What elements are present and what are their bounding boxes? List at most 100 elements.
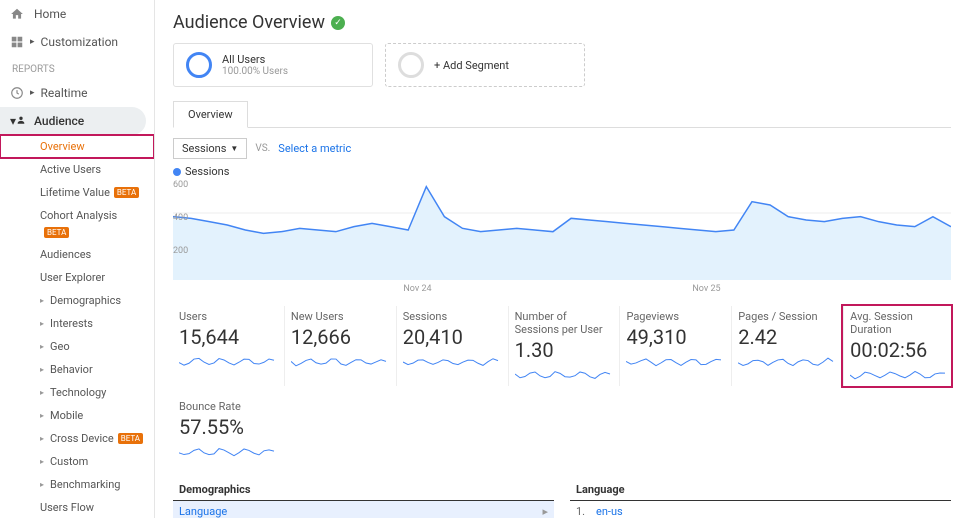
sparkline <box>179 443 279 459</box>
metric-value: 1.30 <box>515 338 610 362</box>
select-metric-link[interactable]: Select a metric <box>278 142 351 155</box>
metric-pages-session[interactable]: Pages / Session2.42 <box>731 306 839 386</box>
sidebar-item-benchmarking[interactable]: ▸Benchmarking <box>0 473 154 496</box>
sparkline <box>626 353 726 369</box>
beta-badge: BETA <box>44 227 69 238</box>
sparkline <box>291 353 391 369</box>
sparkline <box>738 353 838 369</box>
nav-child-label: Behavior <box>50 363 93 376</box>
chevron-right-icon: ▸ <box>40 319 44 328</box>
sidebar-item-audiences[interactable]: Audiences <box>0 243 154 266</box>
metric-sessions[interactable]: Sessions20,410 <box>396 306 504 386</box>
chevron-right-icon: ▸ <box>40 411 44 420</box>
nav-child-label: Mobile <box>50 409 83 422</box>
person-icon: ▾ <box>10 114 26 128</box>
vs-label: VS. <box>255 143 270 154</box>
metric-label: Sessions <box>403 310 498 323</box>
nav-child-label: Audiences <box>40 248 91 261</box>
chevron-right-icon: ▸ <box>542 505 548 518</box>
sidebar-item-interests[interactable]: ▸Interests <box>0 312 154 335</box>
chart-legend: Sessions <box>173 165 951 178</box>
add-segment-label: + Add Segment <box>434 59 509 72</box>
table-row[interactable]: 1.en-us <box>570 501 951 518</box>
segment-circle-icon <box>186 52 212 78</box>
nav-child-label: Lifetime Value <box>40 186 110 199</box>
sidebar-item-geo[interactable]: ▸Geo <box>0 335 154 358</box>
sidebar-item-custom[interactable]: ▸Custom <box>0 450 154 473</box>
nav-label: Realtime <box>41 86 88 100</box>
segment-all-users[interactable]: All Users 100.00% Users <box>173 43 373 87</box>
segment-sub: 100.00% Users <box>222 66 288 77</box>
segment-name: All Users <box>222 53 288 66</box>
segment-bar: All Users 100.00% Users + Add Segment <box>173 43 951 87</box>
sidebar-item-users-flow[interactable]: Users Flow <box>0 496 154 518</box>
chevron-right-icon: ▸ <box>40 365 44 374</box>
sidebar-item-overview[interactable]: Overview <box>0 135 154 158</box>
metric-value: 49,310 <box>626 325 721 349</box>
main-chart[interactable]: 600 400 200 <box>173 180 951 280</box>
metric-users[interactable]: Users15,644 <box>173 306 280 386</box>
metric-label: Number of Sessions per User <box>515 310 610 336</box>
chevron-right-icon: ▸ <box>40 457 44 466</box>
chevron-right-icon: ▸ <box>40 296 44 305</box>
nav-customization[interactable]: ▸ Customization <box>0 28 154 56</box>
chevron-right-icon: ▸ <box>40 388 44 397</box>
sidebar-item-active-users[interactable]: Active Users <box>0 158 154 181</box>
nav-child-label: Users Flow <box>40 501 94 514</box>
legend-dot-icon <box>173 168 181 176</box>
x-tick: Nov 25 <box>692 284 720 294</box>
chevron-right-icon: ▸ <box>30 88 35 98</box>
metric-avg-session-duration[interactable]: Avg. Session Duration00:02:56 <box>843 306 951 386</box>
metric-value: 00:02:56 <box>850 338 945 362</box>
table-header: Language <box>570 479 951 501</box>
page-title: Audience Overview ✓ <box>173 12 951 33</box>
metric-number-of-sessions-per-user[interactable]: Number of Sessions per User1.30 <box>508 306 616 386</box>
tab-bar: Overview <box>173 101 951 128</box>
table-header: Demographics <box>173 479 554 501</box>
nav-audience[interactable]: ▾ Audience <box>0 107 146 135</box>
sidebar-item-demographics[interactable]: ▸Demographics <box>0 289 154 312</box>
row-value: en-us <box>596 505 623 518</box>
sidebar-item-lifetime-value[interactable]: Lifetime Value BETA <box>0 181 154 204</box>
sidebar-item-cross-device[interactable]: ▸Cross DeviceBETA <box>0 427 154 450</box>
sparkline <box>179 353 279 369</box>
chevron-right-icon: ▸ <box>30 37 35 47</box>
chevron-down-icon: ▼ <box>230 144 238 153</box>
beta-badge: BETA <box>114 187 139 198</box>
clock-icon <box>10 86 26 100</box>
sidebar-item-cohort-analysis[interactable]: Cohort Analysis <box>0 204 154 227</box>
metric-value: 12,666 <box>291 325 386 349</box>
customization-icon <box>10 35 26 49</box>
y-tick: 200 <box>173 246 188 256</box>
main-content: Audience Overview ✓ All Users 100.00% Us… <box>155 0 969 518</box>
metric-value: 2.42 <box>738 325 833 349</box>
home-icon <box>10 7 26 21</box>
tab-overview[interactable]: Overview <box>173 101 248 128</box>
metric-dropdown[interactable]: Sessions ▼ <box>173 138 247 159</box>
nav-child-label: Technology <box>50 386 106 399</box>
nav-label: Home <box>34 7 66 21</box>
nav-child-label: Cross Device <box>50 432 114 445</box>
metric-label: Users <box>179 310 274 323</box>
nav-label: Customization <box>41 35 119 49</box>
nav-home[interactable]: Home <box>0 0 154 28</box>
sidebar-item-technology[interactable]: ▸ Technology <box>0 381 154 404</box>
metrics-row: Users15,644 New Users 12,666 Sessions20,410… <box>173 306 951 386</box>
metric-value: 57.55% <box>179 415 307 439</box>
sidebar-item-mobile[interactable]: ▸ Mobile <box>0 404 154 427</box>
nav-child-label: Active Users <box>40 163 101 176</box>
add-segment-button[interactable]: + Add Segment <box>385 43 585 87</box>
metric-bounce-rate[interactable]: Bounce Rate 57.55% <box>173 396 313 463</box>
nav-realtime[interactable]: ▸ Realtime <box>0 79 154 107</box>
sidebar-item-behavior[interactable]: ▸ Behavior <box>0 358 154 381</box>
x-axis: Nov 24 Nov 25 <box>173 284 951 294</box>
metric-label: Bounce Rate <box>179 400 307 413</box>
nav-child-label: User Explorer <box>40 271 105 284</box>
metric-new-users[interactable]: New Users 12,666 <box>284 306 392 386</box>
metric-label: Avg. Session Duration <box>850 310 945 336</box>
metric-pageviews[interactable]: Pageviews49,310 <box>619 306 727 386</box>
values-table: Language 1.en-us2.en-gb3.fr-fr4.es-es5.i… <box>570 479 951 518</box>
metric-label: New Users <box>291 310 386 323</box>
sidebar-item-user-explorer[interactable]: User Explorer <box>0 266 154 289</box>
table-row[interactable]: Language▸ <box>173 501 554 518</box>
